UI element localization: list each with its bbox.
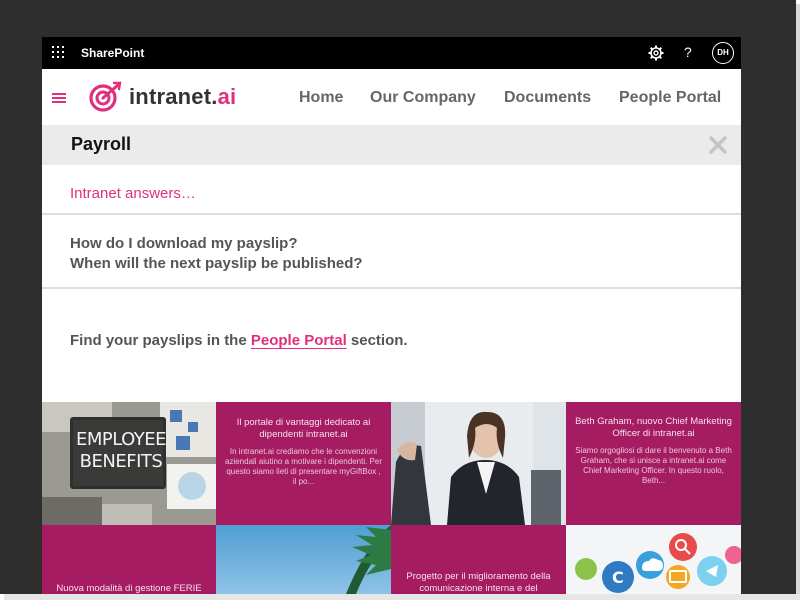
questions-list: How do I download my payslip? When will … [42, 215, 741, 289]
tile-title: Il portale di vantaggi dedicato ai dipen… [236, 417, 371, 440]
answers-label: Intranet answers… [70, 185, 196, 202]
tile-photo-woman[interactable] [391, 402, 566, 525]
suite-bar: SharePoint ? DH [42, 37, 741, 69]
social-icons-illustration: C [566, 525, 741, 594]
nav-documents[interactable]: Documents [504, 89, 591, 107]
frame-shadow-right [796, 4, 800, 598]
close-icon[interactable] [708, 135, 728, 155]
answer-panel: Find your payslips in the People Portal … [42, 289, 741, 402]
avatar[interactable]: DH [712, 42, 734, 64]
tile-beth-graham[interactable]: Beth Graham, nuovo Chief Marketing Offic… [566, 402, 741, 525]
tile-title: Beth Graham, nuovo Chief Marketing Offic… [575, 416, 732, 439]
tile-employee-benefits[interactable]: EMPLOYEE BENEFITS [42, 402, 216, 525]
help-icon[interactable]: ? [684, 44, 692, 60]
waffle-icon[interactable] [52, 46, 66, 60]
frame-shadow-bottom [4, 594, 800, 600]
employee-benefits-chalkboard: EMPLOYEE BENEFITS [75, 429, 167, 472]
tile-portale-vantaggi[interactable]: Il portale di vantaggi dedicato ai dipen… [216, 402, 391, 525]
nav-people-portal[interactable]: People Portal [619, 89, 721, 107]
svg-text:C: C [612, 568, 624, 587]
site-header: intranet.ai Home Our Company Documents P… [42, 69, 741, 125]
answers-row: Intranet answers… [42, 165, 741, 215]
gear-icon[interactable] [648, 45, 664, 61]
tile-social-icons[interactable]: C [566, 525, 741, 594]
tile-title: Nuova modalità di gestione FERIE [56, 583, 202, 594]
hamburger-icon[interactable] [52, 93, 66, 103]
tile-excerpt: Siamo orgogliosi di dare il benvenuto a … [575, 446, 732, 485]
tile-progetto-comunicazione[interactable]: Progetto per il miglioramento della comu… [391, 525, 566, 594]
tile-excerpt: In intranet.ai crediamo che le convenzio… [225, 447, 382, 486]
site-logo[interactable]: intranet.ai [129, 84, 236, 110]
tile-title: Progetto per il miglioramento della comu… [406, 571, 551, 594]
nav-our-company[interactable]: Our Company [370, 89, 476, 107]
sky-palm-photo [216, 525, 391, 594]
payroll-panel-header: Payroll [42, 125, 741, 165]
panel-title: Payroll [71, 134, 132, 154]
people-portal-link[interactable]: People Portal [251, 332, 347, 349]
question-download-payslip[interactable]: How do I download my payslip? [70, 235, 298, 252]
tile-photo-sky[interactable] [216, 525, 391, 594]
woman-photo [391, 402, 566, 525]
answer-text: Find your payslips in the People Portal … [70, 332, 408, 349]
sharepoint-page: SharePoint ? DH intranet.ai Home Our Com… [42, 37, 741, 594]
tile-gestione-ferie[interactable]: Nuova modalità di gestione FERIE [42, 525, 216, 594]
nav-home[interactable]: Home [299, 89, 343, 107]
app-name[interactable]: SharePoint [81, 46, 144, 60]
question-next-payslip[interactable]: When will the next payslip be published? [70, 255, 363, 272]
logo-target-icon [89, 81, 122, 112]
